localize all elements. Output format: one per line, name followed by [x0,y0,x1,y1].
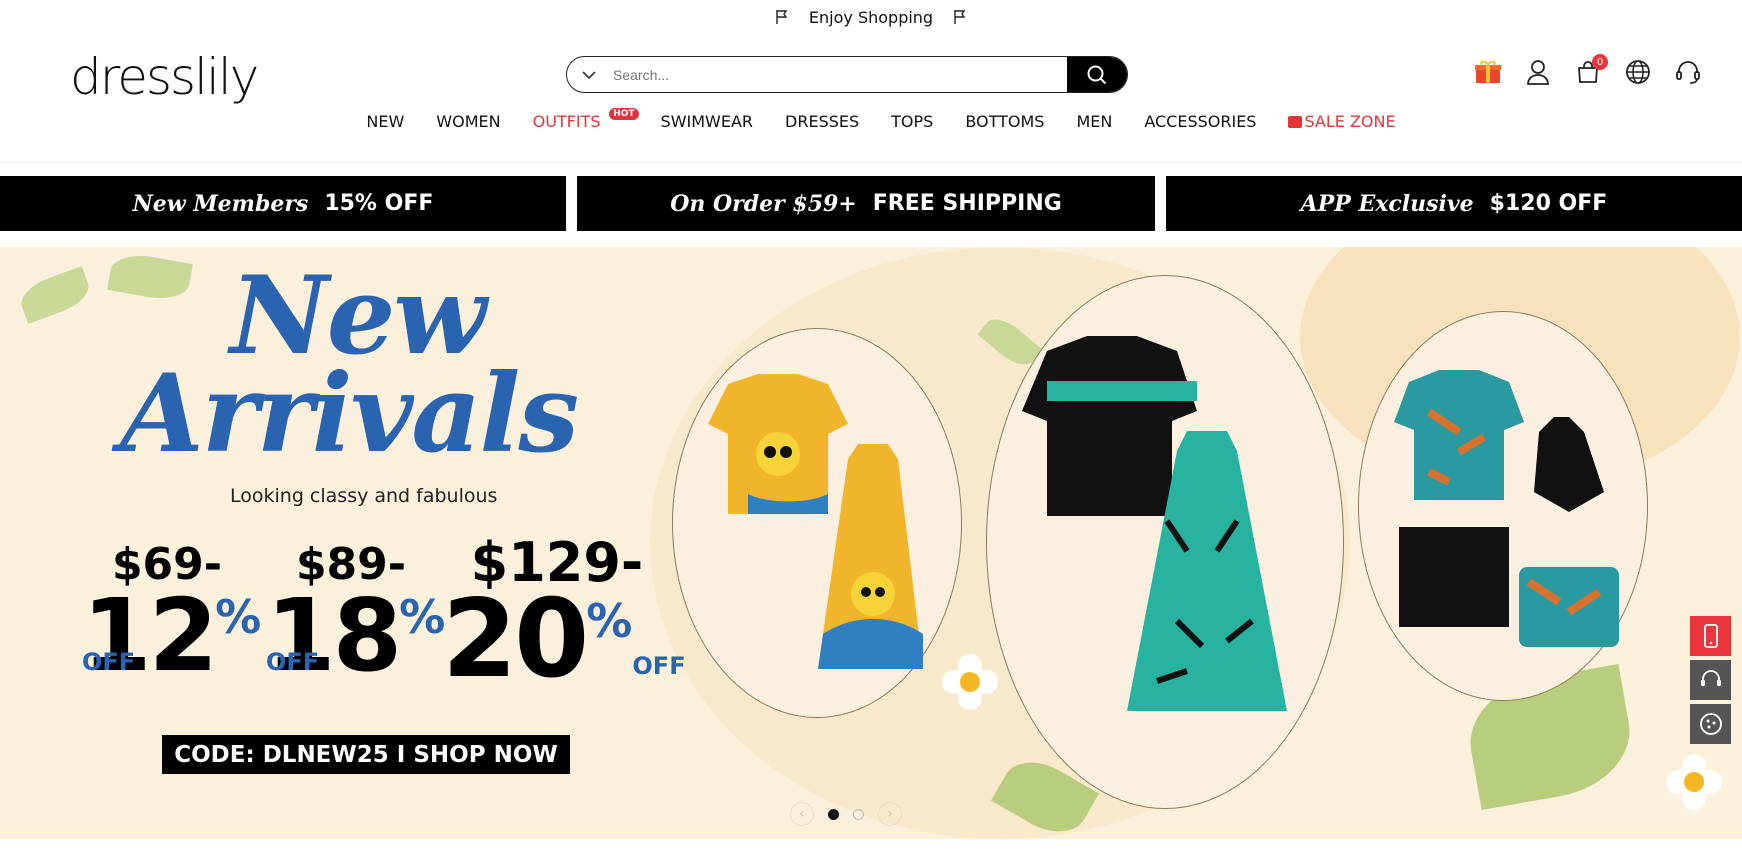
gift-icon [1475,60,1501,83]
hero-title-line2: Arrivals [120,351,579,477]
search-icon [1087,65,1107,84]
promo-bold-text: $120 OFF [1489,191,1608,216]
promo-banner-app-exclusive[interactable]: APP Exclusive $120 OFF [1166,176,1742,231]
leaf-decoration [15,266,95,324]
cart-count-badge: 0 [1592,54,1608,70]
tier-percent: 12 [82,577,218,694]
product-oval[interactable] [1358,311,1648,701]
nav-item-women[interactable]: WOMEN [436,112,500,131]
shop-now-button[interactable]: CODE: DLNEW25 I SHOP NOW [162,735,570,774]
announcement-text: Enjoy Shopping [808,7,934,27]
tier-percent: 18 [266,577,402,694]
carousel-controls: ‹ › [790,802,902,826]
carousel-next-button[interactable]: › [878,802,902,826]
carousel-prev-button[interactable]: ‹ [790,802,814,826]
announcement-bar: Enjoy Shopping [0,0,1742,34]
chevron-right-icon: › [887,806,893,822]
nav-item-tops[interactable]: TOPS [891,112,933,131]
main-nav: NEW WOMEN OUTFITS HOT SWIMWEAR DRESSES T… [0,108,1742,131]
hero-title: New Arrivals [120,262,579,477]
nav-item-swimwear[interactable]: SWIMWEAR [661,112,754,131]
chevron-down-icon [582,70,596,79]
nav-item-sale-zone[interactable]: SALE ZONE [1288,112,1396,131]
promo-bold-text: 15% OFF [324,191,434,216]
nav-item-sale-zone-label: SALE ZONE [1304,112,1396,131]
discount-tier: $129- 20% OFF [442,531,686,694]
cookie-icon [1699,713,1722,735]
tier-percent-sign: % [586,594,633,648]
tier-off: OFF [266,648,320,676]
promo-script-text: New Members [132,190,309,217]
search-category-dropdown[interactable] [567,57,611,92]
carousel-dot[interactable] [853,808,864,820]
promo-banner-new-members[interactable]: New Members 15% OFF [0,176,566,231]
promo-banner-free-shipping[interactable]: On Order $59+ FREE SHIPPING [577,176,1155,231]
cart-button[interactable]: 0 [1574,54,1608,86]
headset-icon [1700,670,1721,686]
hot-badge: HOT [609,108,639,120]
support-button[interactable] [1674,58,1702,86]
product-oval[interactable] [672,328,962,718]
nav-item-dresses[interactable]: DRESSES [785,112,859,131]
nav-item-outfits[interactable]: OUTFITS HOT [532,108,639,131]
header-actions: 0 [1474,54,1702,86]
tier-off: OFF [82,648,136,676]
flag-icon [776,10,788,24]
promo-bold-text: FREE SHIPPING [872,191,1062,216]
tier-percent-sign: % [399,590,446,644]
nav-item-accessories[interactable]: ACCESSORIES [1144,112,1256,131]
flower-decoration [942,654,998,710]
discount-tier: $69- 12% OFF [82,539,261,686]
globe-icon [1626,60,1650,84]
nav-item-new[interactable]: NEW [366,112,404,131]
language-button[interactable] [1624,58,1652,86]
floating-support-button[interactable] [1690,660,1731,700]
divider [0,162,1742,163]
search-input[interactable] [611,57,1067,92]
shirt-swimwear-image [1394,370,1619,647]
shirt-dress-image [708,374,923,669]
gift-button[interactable] [1474,58,1502,86]
user-icon [1527,60,1549,85]
tier-percent: 20 [442,577,589,702]
cookie-settings-button[interactable] [1690,704,1731,744]
tier-off: OFF [632,652,686,680]
search-button[interactable] [1067,57,1127,92]
hero-carousel[interactable]: New Arrivals Looking classy and fabulous… [0,247,1742,839]
product-oval[interactable] [986,275,1344,809]
app-download-button[interactable] [1690,616,1731,656]
hero-subtitle: Looking classy and fabulous [230,485,498,507]
discount-tier: $89- 18% OFF [266,539,445,686]
promo-script-text: APP Exclusive [1300,190,1474,217]
chevron-left-icon: ‹ [799,806,805,822]
nav-item-men[interactable]: MEN [1076,112,1112,131]
tier-percent-sign: % [215,590,262,644]
flower-decoration [1666,754,1722,810]
site-logo[interactable]: dresslily [70,48,259,106]
nav-item-bottoms[interactable]: BOTTOMS [965,112,1044,131]
flag-icon [954,10,966,24]
phone-icon [1703,624,1718,648]
search-bar [566,56,1128,93]
promo-script-text: On Order $59+ [670,190,857,217]
nav-item-outfits-label: OUTFITS [532,112,601,131]
account-button[interactable] [1524,58,1552,86]
headset-icon [1676,61,1700,84]
carousel-dot[interactable] [828,808,839,820]
sale-bag-icon [1288,116,1303,128]
shirt-dress-image [1022,336,1287,711]
